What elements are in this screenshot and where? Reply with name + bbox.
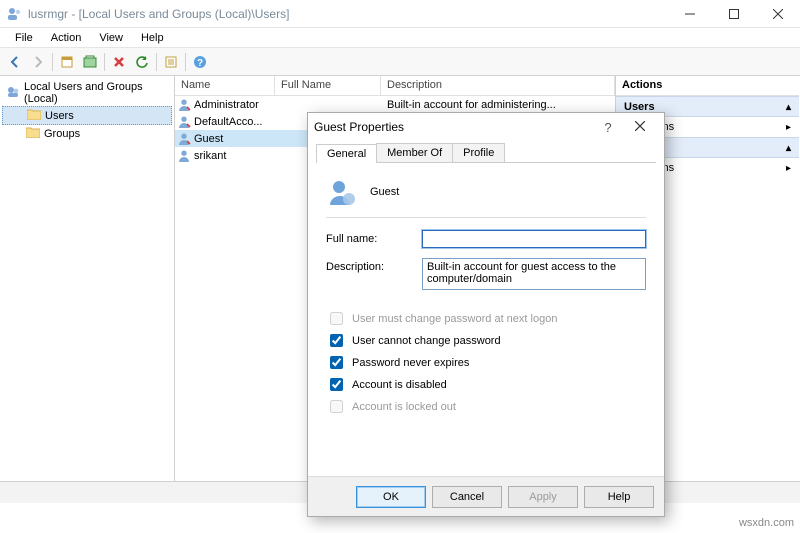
close-button[interactable]: [756, 0, 800, 28]
chevron-right-icon: [786, 121, 791, 133]
tab-memberof[interactable]: Member Of: [376, 143, 453, 162]
tree-root[interactable]: Local Users and Groups (Local): [2, 80, 172, 106]
user-icon: [177, 132, 191, 146]
check-cannot-change[interactable]: User cannot change password: [326, 331, 646, 350]
menu-action[interactable]: Action: [42, 30, 91, 46]
minimize-button[interactable]: [668, 0, 712, 28]
cancel-button[interactable]: Cancel: [432, 486, 502, 508]
dialog-title: Guest Properties: [314, 120, 594, 134]
folder-icon: [26, 126, 40, 141]
tree-groups[interactable]: Groups: [2, 125, 172, 142]
tree-groups-label: Groups: [44, 128, 80, 140]
menu-file[interactable]: File: [6, 30, 42, 46]
chevron-up-icon: [786, 101, 791, 113]
cell-name: srikant: [194, 150, 226, 162]
menu-help[interactable]: Help: [132, 30, 173, 46]
delete-icon[interactable]: [108, 51, 130, 73]
tree-users-label: Users: [45, 110, 74, 122]
dialog-title-bar: Guest Properties ?: [308, 113, 664, 141]
cell-name: Administrator: [194, 99, 259, 111]
chevron-up-icon: [786, 142, 791, 154]
back-button[interactable]: [4, 51, 26, 73]
svg-text:?: ?: [197, 58, 203, 69]
check-locked-out: Account is locked out: [326, 397, 646, 416]
col-description[interactable]: Description: [381, 76, 615, 95]
tab-profile[interactable]: Profile: [452, 143, 505, 162]
list-icon[interactable]: [160, 51, 182, 73]
cell-name: Guest: [194, 133, 223, 145]
window-title: lusrmgr - [Local Users and Groups (Local…: [28, 7, 668, 21]
refresh-icon[interactable]: [131, 51, 153, 73]
description-label: Description:: [326, 258, 422, 273]
toolbar: ?: [0, 48, 800, 76]
chevron-right-icon: [786, 162, 791, 174]
properties-icon[interactable]: [56, 51, 78, 73]
tree-root-label: Local Users and Groups (Local): [24, 81, 168, 105]
folder-icon: [27, 108, 41, 123]
user-large-icon: [326, 177, 356, 207]
forward-button[interactable]: [27, 51, 49, 73]
col-name[interactable]: Name: [175, 76, 275, 95]
col-fullname[interactable]: Full Name: [275, 76, 381, 95]
cell-name: DefaultAcco...: [194, 116, 262, 128]
user-icon: [177, 115, 191, 129]
ok-button[interactable]: OK: [356, 486, 426, 508]
user-icon: [177, 98, 191, 112]
dialog-close-button[interactable]: [622, 121, 658, 134]
app-icon: [6, 6, 22, 22]
context-help-button[interactable]: ?: [594, 120, 622, 135]
user-icon: [177, 149, 191, 163]
help-icon[interactable]: ?: [189, 51, 211, 73]
cell-desc: Built-in account for administering...: [381, 99, 615, 111]
menu-view[interactable]: View: [90, 30, 132, 46]
properties-dialog: Guest Properties ? General Member Of Pro…: [307, 112, 665, 517]
menu-bar: File Action View Help: [0, 28, 800, 48]
check-disabled[interactable]: Account is disabled: [326, 375, 646, 394]
tree-users[interactable]: Users: [2, 106, 172, 125]
group-icon: [6, 85, 20, 102]
actions-header: Actions: [616, 76, 799, 96]
list-row[interactable]: Administrator Built-in account for admin…: [175, 96, 615, 113]
identity-name: Guest: [370, 186, 399, 198]
export-icon[interactable]: [79, 51, 101, 73]
dialog-buttons: OK Cancel Apply Help: [308, 476, 664, 516]
tab-general[interactable]: General: [316, 144, 377, 163]
tree-pane: Local Users and Groups (Local) Users Gro…: [0, 76, 175, 481]
list-header: Name Full Name Description: [175, 76, 615, 96]
dialog-tabs: General Member Of Profile: [316, 143, 656, 163]
description-input[interactable]: [422, 258, 646, 290]
apply-button[interactable]: Apply: [508, 486, 578, 508]
check-must-change: User must change password at next logon: [326, 309, 646, 328]
help-button[interactable]: Help: [584, 486, 654, 508]
check-never-expires[interactable]: Password never expires: [326, 353, 646, 372]
fullname-label: Full name:: [326, 230, 422, 245]
maximize-button[interactable]: [712, 0, 756, 28]
identity-row: Guest: [326, 173, 646, 218]
title-bar: lusrmgr - [Local Users and Groups (Local…: [0, 0, 800, 28]
watermark: wsxdn.com: [739, 517, 794, 529]
fullname-input[interactable]: [422, 230, 646, 248]
